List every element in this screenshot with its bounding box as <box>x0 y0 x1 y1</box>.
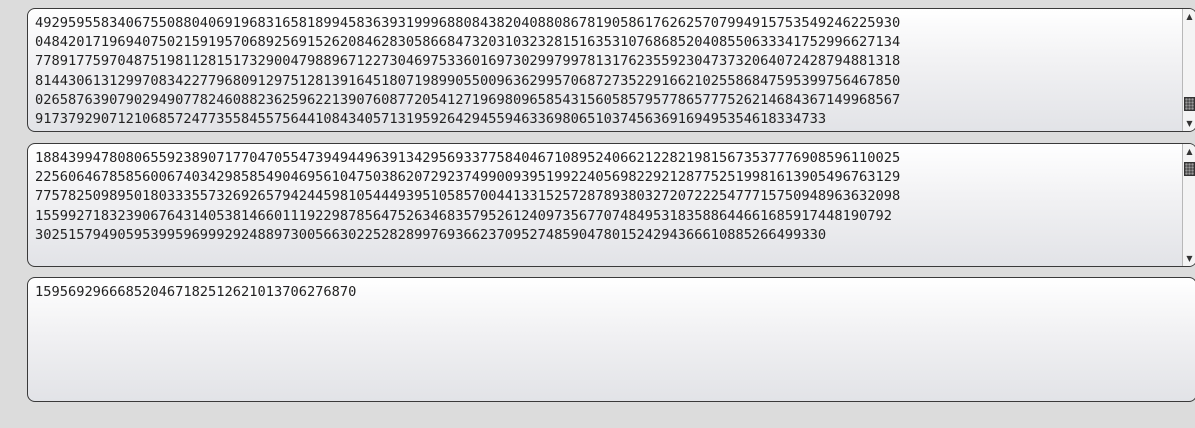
text-line: 7789177597048751981128151732900479889671… <box>35 53 901 70</box>
text-line: 2256064678585600674034298585490469561047… <box>35 169 901 186</box>
scroll-down-arrow-icon[interactable]: ▼ <box>1183 117 1195 130</box>
textarea-1-content: 4929595583406755088040691968316581899458… <box>35 14 1170 129</box>
result-textarea-content: 159569296668520467182512621013706276870 <box>35 283 1170 302</box>
text-line: 4929595583406755088040691968316581899458… <box>35 15 901 31</box>
text-line: 0484201719694075021591957068925691526208… <box>35 34 901 51</box>
textarea-2-content: 1884399478080655923890717704705547394944… <box>35 149 1170 245</box>
text-line: 9173792907121068572477355845575644108434… <box>35 111 827 128</box>
scroll-up-arrow-icon[interactable]: ▲ <box>1183 145 1195 158</box>
text-line: 7757825098950180333557326926579424459810… <box>35 188 901 205</box>
text-line: 3025157949059539959699929248897300566302… <box>35 226 827 243</box>
text-line: 1884399478080655923890717704705547394944… <box>35 150 901 166</box>
number-textarea-2[interactable]: 1884399478080655923890717704705547394944… <box>27 143 1195 267</box>
scroll-down-arrow-icon[interactable]: ▼ <box>1183 252 1195 265</box>
text-line: 0265876390790294907782460882362596221390… <box>35 91 901 108</box>
textarea-2-scrollbar[interactable]: ▲ ▼ <box>1182 144 1195 266</box>
scroll-up-arrow-icon[interactable]: ▲ <box>1183 10 1195 23</box>
scrollbar-thumb[interactable] <box>1184 97 1195 111</box>
text-line: 159569296668520467182512621013706276870 <box>35 284 357 300</box>
number-textarea-1[interactable]: 4929595583406755088040691968316581899458… <box>27 8 1195 132</box>
result-textarea[interactable]: 159569296668520467182512621013706276870 <box>27 277 1195 402</box>
text-line: 8144306131299708342277968091297512813916… <box>35 72 901 89</box>
text-line: 1559927183239067643140538146601119229878… <box>35 207 893 224</box>
textarea-1-scrollbar[interactable]: ▲ ▼ <box>1182 9 1195 131</box>
scrollbar-thumb[interactable] <box>1184 162 1195 176</box>
